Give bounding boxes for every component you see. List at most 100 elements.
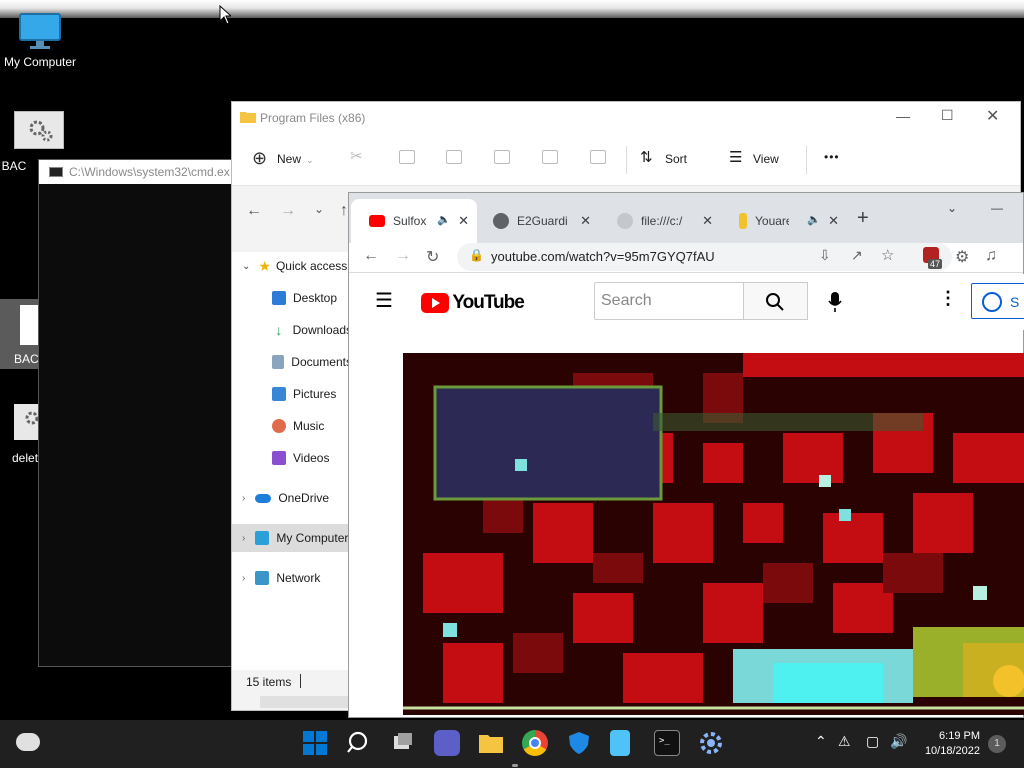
youtube-logo[interactable]: YouTube [421,292,525,314]
sort-icon[interactable]: ⇅ [640,148,653,166]
notepad-icon[interactable] [610,730,630,756]
nav-item-videos[interactable]: Videos [232,444,352,472]
security-shield-icon[interactable] [566,730,592,756]
sign-in-button[interactable]: S [971,283,1024,319]
forward-arrow-icon[interactable]: → [280,202,296,220]
system-clock[interactable]: 6:19 PM 10/18/2022 [918,729,980,759]
install-app-icon[interactable]: ⇩ [819,247,831,264]
screen-top-strip [0,0,1024,18]
sort-button[interactable]: Sort [665,152,687,166]
search-button[interactable] [346,730,372,756]
nav-item-my-computer[interactable]: › My Computer [232,524,352,552]
view-button[interactable]: View [753,152,779,166]
nav-item-downloads[interactable]: ↓ Downloads [232,316,352,344]
nav-label: Documents [291,355,352,369]
music-icon [272,419,286,433]
videos-icon [272,451,286,465]
more-options-button[interactable]: ••• [824,150,840,164]
notification-badge[interactable]: 1 [988,735,1006,753]
new-tab-plus-icon[interactable]: + [857,207,869,230]
page-favicon-icon [739,213,747,229]
speaker-icon[interactable]: 🔈 [437,213,451,226]
maximize-icon[interactable]: ☐ [941,107,954,124]
address-bar[interactable]: 🔒 youtube.com/watch?v=95m7GYQ7fAU ⇩ ↗ ☆ [457,243,952,271]
tab-search-chevron-icon[interactable]: ⌄ [947,201,957,215]
delete-icon[interactable] [590,150,606,164]
cmd-titlebar[interactable]: C:\Windows\system32\cmd.ex [39,160,237,184]
view-icon[interactable]: ☰ [729,148,742,166]
document-icon [272,355,285,369]
display-icon[interactable]: ▢ [866,733,879,750]
minimize-icon[interactable]: — [991,201,1003,215]
cut-icon[interactable]: ✂ [350,147,366,165]
copy-icon[interactable] [399,150,415,164]
nav-item-network[interactable]: › Network [232,564,352,592]
nav-item-desktop[interactable]: Desktop [232,284,352,312]
terminal-icon[interactable]: >_ [654,730,680,756]
plus-icon[interactable]: ⊕ [252,148,267,169]
extension-badge: 47 [928,259,943,269]
up-arrow-icon[interactable]: ↑ [340,202,348,220]
cmd-window[interactable]: C:\Windows\system32\cmd.ex [38,159,238,667]
recent-locations-chevron-icon[interactable]: ⌄ [314,202,324,216]
nav-item-documents[interactable]: Documents [232,348,352,376]
tab-e2guardian[interactable]: E2Guardian ✕ [475,199,599,243]
back-arrow-icon[interactable]: ← [363,247,379,265]
teams-chat-icon[interactable] [434,730,460,756]
chevron-up-icon[interactable]: ⌃ [815,733,827,750]
file-explorer-taskbar-icon[interactable] [478,730,504,756]
chrome-window[interactable]: Sulfoxi 🔈 ✕ E2Guardian ✕ file:///c:/ ✕ Y… [348,192,1024,718]
tab-close-icon[interactable]: ✕ [702,213,713,229]
microphone-icon[interactable] [828,291,842,313]
weather-cloud-icon[interactable] [16,733,40,751]
cloud-icon [255,493,272,503]
tab-close-icon[interactable]: ✕ [828,213,839,229]
close-icon[interactable]: ✕ [986,106,999,126]
search-placeholder: Search [601,292,652,309]
tab-youare[interactable]: Youare 🔈 ✕ [721,199,847,243]
speaker-icon[interactable]: 🔈 [807,213,821,226]
desktop-icon-bac-settings[interactable] [14,111,64,149]
back-arrow-icon[interactable]: ← [246,202,262,220]
minimize-icon[interactable]: — [896,108,910,124]
nav-label: Music [293,419,325,433]
forward-arrow-icon[interactable]: → [395,247,411,265]
tab-youtube[interactable]: Sulfoxi 🔈 ✕ [351,199,477,243]
rename-icon[interactable] [494,150,510,164]
youtube-favicon-icon [369,215,385,227]
chrome-taskbar-icon[interactable] [522,730,548,756]
horizontal-scrollbar[interactable] [260,696,350,708]
desktop-icon-delete[interactable] [14,404,40,440]
youtube-search-input[interactable]: Search [594,282,744,320]
extensions-puzzle-icon[interactable]: ⚙ [955,247,969,267]
monitor-icon [255,531,270,545]
nav-item-quick-access[interactable]: ⌄ ★ Quick access [232,252,352,280]
tab-file[interactable]: file:///c:/ ✕ [599,199,721,243]
settings-gear-icon[interactable] [698,730,724,756]
desktop-icon-bac-selected[interactable]: BAC [0,299,40,369]
task-view-button[interactable] [390,730,416,756]
more-vertical-icon[interactable]: ⋮ [939,288,957,309]
start-button[interactable] [302,730,328,756]
explorer-titlebar[interactable]: Program Files (x86) — ☐ ✕ [232,102,1020,134]
nav-item-onedrive[interactable]: › OneDrive [232,484,352,512]
youtube-search-button[interactable] [744,282,808,320]
share-icon[interactable]: ↗ [851,247,863,264]
paste-icon[interactable] [446,150,462,164]
share-icon[interactable] [542,150,558,164]
tab-close-icon[interactable]: ✕ [458,213,469,229]
nav-item-music[interactable]: Music [232,412,352,440]
video-player[interactable] [403,353,1024,715]
network-warning-icon[interactable]: ⚠ [838,733,851,750]
desktop-icon-my-computer[interactable]: My Computer [0,12,80,69]
media-control-icon[interactable]: ♫ [985,247,997,265]
hamburger-menu-icon[interactable]: ☰ [375,288,393,313]
tab-close-icon[interactable]: ✕ [580,213,591,229]
reload-icon[interactable]: ↻ [426,247,439,267]
bookmark-star-icon[interactable]: ☆ [881,246,894,264]
nav-label: My Computer [276,531,349,545]
gear-icon [25,411,39,425]
volume-icon[interactable]: 🔊 [890,733,907,750]
nav-item-pictures[interactable]: Pictures [232,380,352,408]
new-button[interactable]: New [277,152,301,166]
